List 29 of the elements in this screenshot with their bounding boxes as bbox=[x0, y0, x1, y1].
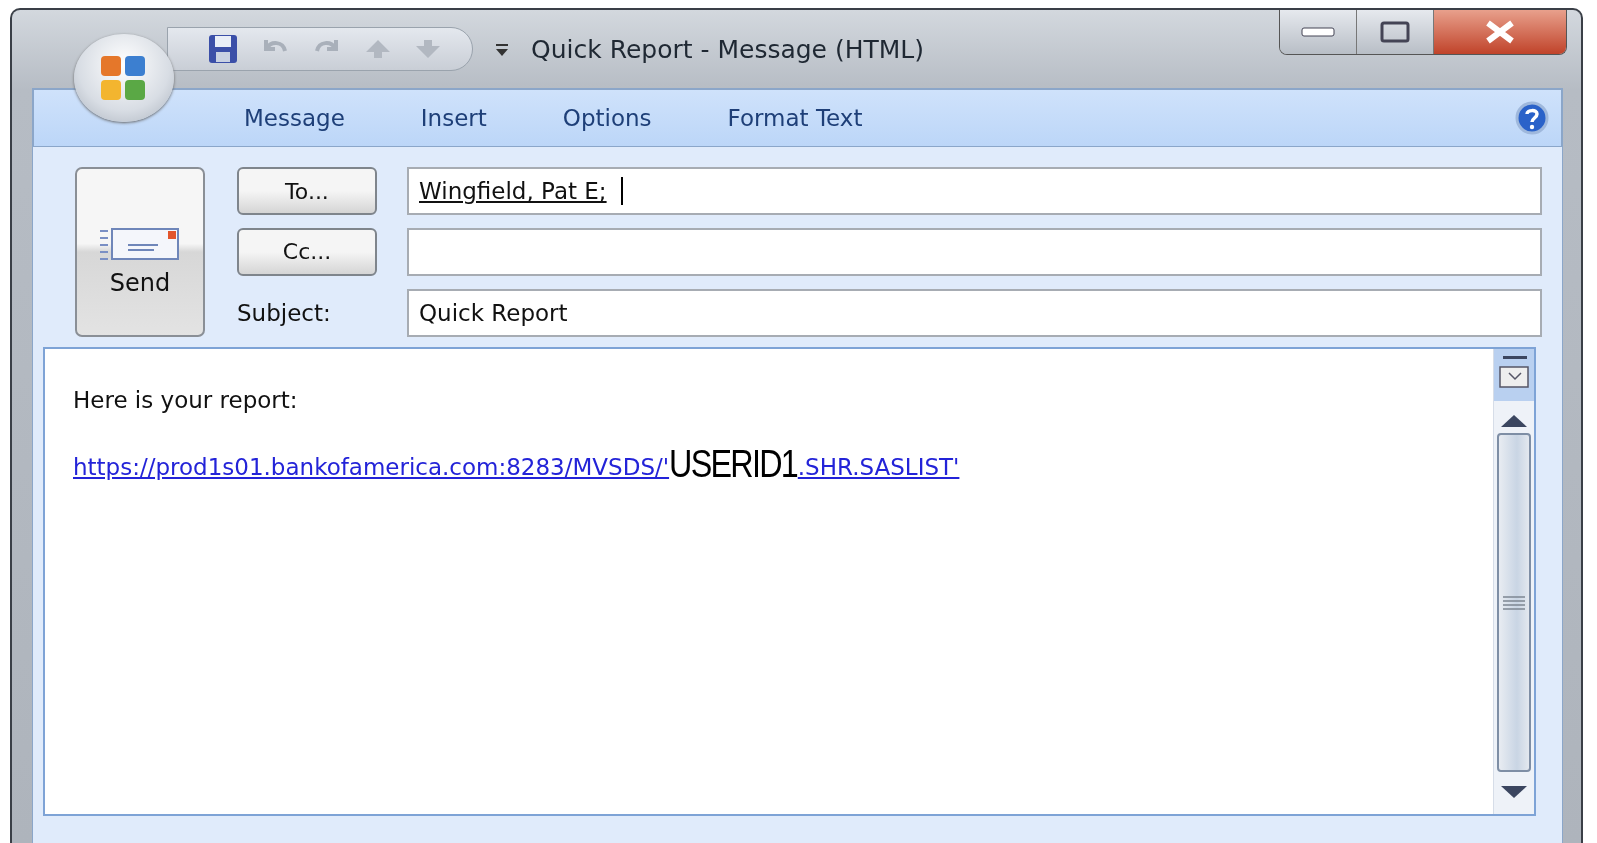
save-icon[interactable] bbox=[208, 34, 238, 64]
maximize-icon bbox=[1380, 21, 1410, 43]
minimize-button[interactable] bbox=[1280, 10, 1357, 54]
subject-label: Subject: bbox=[237, 299, 332, 326]
cc-field[interactable] bbox=[407, 228, 1542, 276]
envelope-icon bbox=[100, 226, 180, 261]
grip-icon bbox=[1503, 594, 1525, 611]
ribbon-tab[interactable]: Options bbox=[524, 105, 690, 131]
ribbon-tab[interactable]: Message bbox=[206, 105, 383, 131]
maximize-button[interactable] bbox=[1357, 10, 1434, 54]
body-text: Here is your report: bbox=[73, 387, 299, 413]
to-field[interactable]: Wingfield, Pat E; bbox=[407, 167, 1542, 216]
subject-field[interactable]: Quick Report bbox=[407, 288, 1542, 337]
vertical-scrollbar[interactable] bbox=[1493, 349, 1534, 814]
scrollbar-thumb[interactable] bbox=[1497, 433, 1531, 772]
scroll-up-icon[interactable] bbox=[1501, 415, 1527, 427]
recipient-name[interactable]: Wingfield, Pat E; bbox=[419, 178, 607, 205]
scroll-down-icon[interactable] bbox=[1501, 786, 1527, 798]
ribbon-tab[interactable]: Insert bbox=[382, 105, 525, 131]
to-button[interactable]: To... bbox=[237, 167, 377, 216]
customize-toolbar-icon[interactable] bbox=[495, 41, 509, 57]
cc-button[interactable]: Cc... bbox=[237, 228, 377, 276]
close-button[interactable] bbox=[1434, 10, 1566, 54]
minimize-icon bbox=[1301, 26, 1335, 38]
window-title: Quick Report - Message (HTML) bbox=[531, 34, 925, 64]
help-icon[interactable] bbox=[1515, 101, 1549, 135]
close-icon bbox=[1483, 20, 1517, 44]
ribbon-tab[interactable]: Format Text bbox=[689, 105, 901, 131]
send-button[interactable]: Send bbox=[75, 167, 205, 337]
